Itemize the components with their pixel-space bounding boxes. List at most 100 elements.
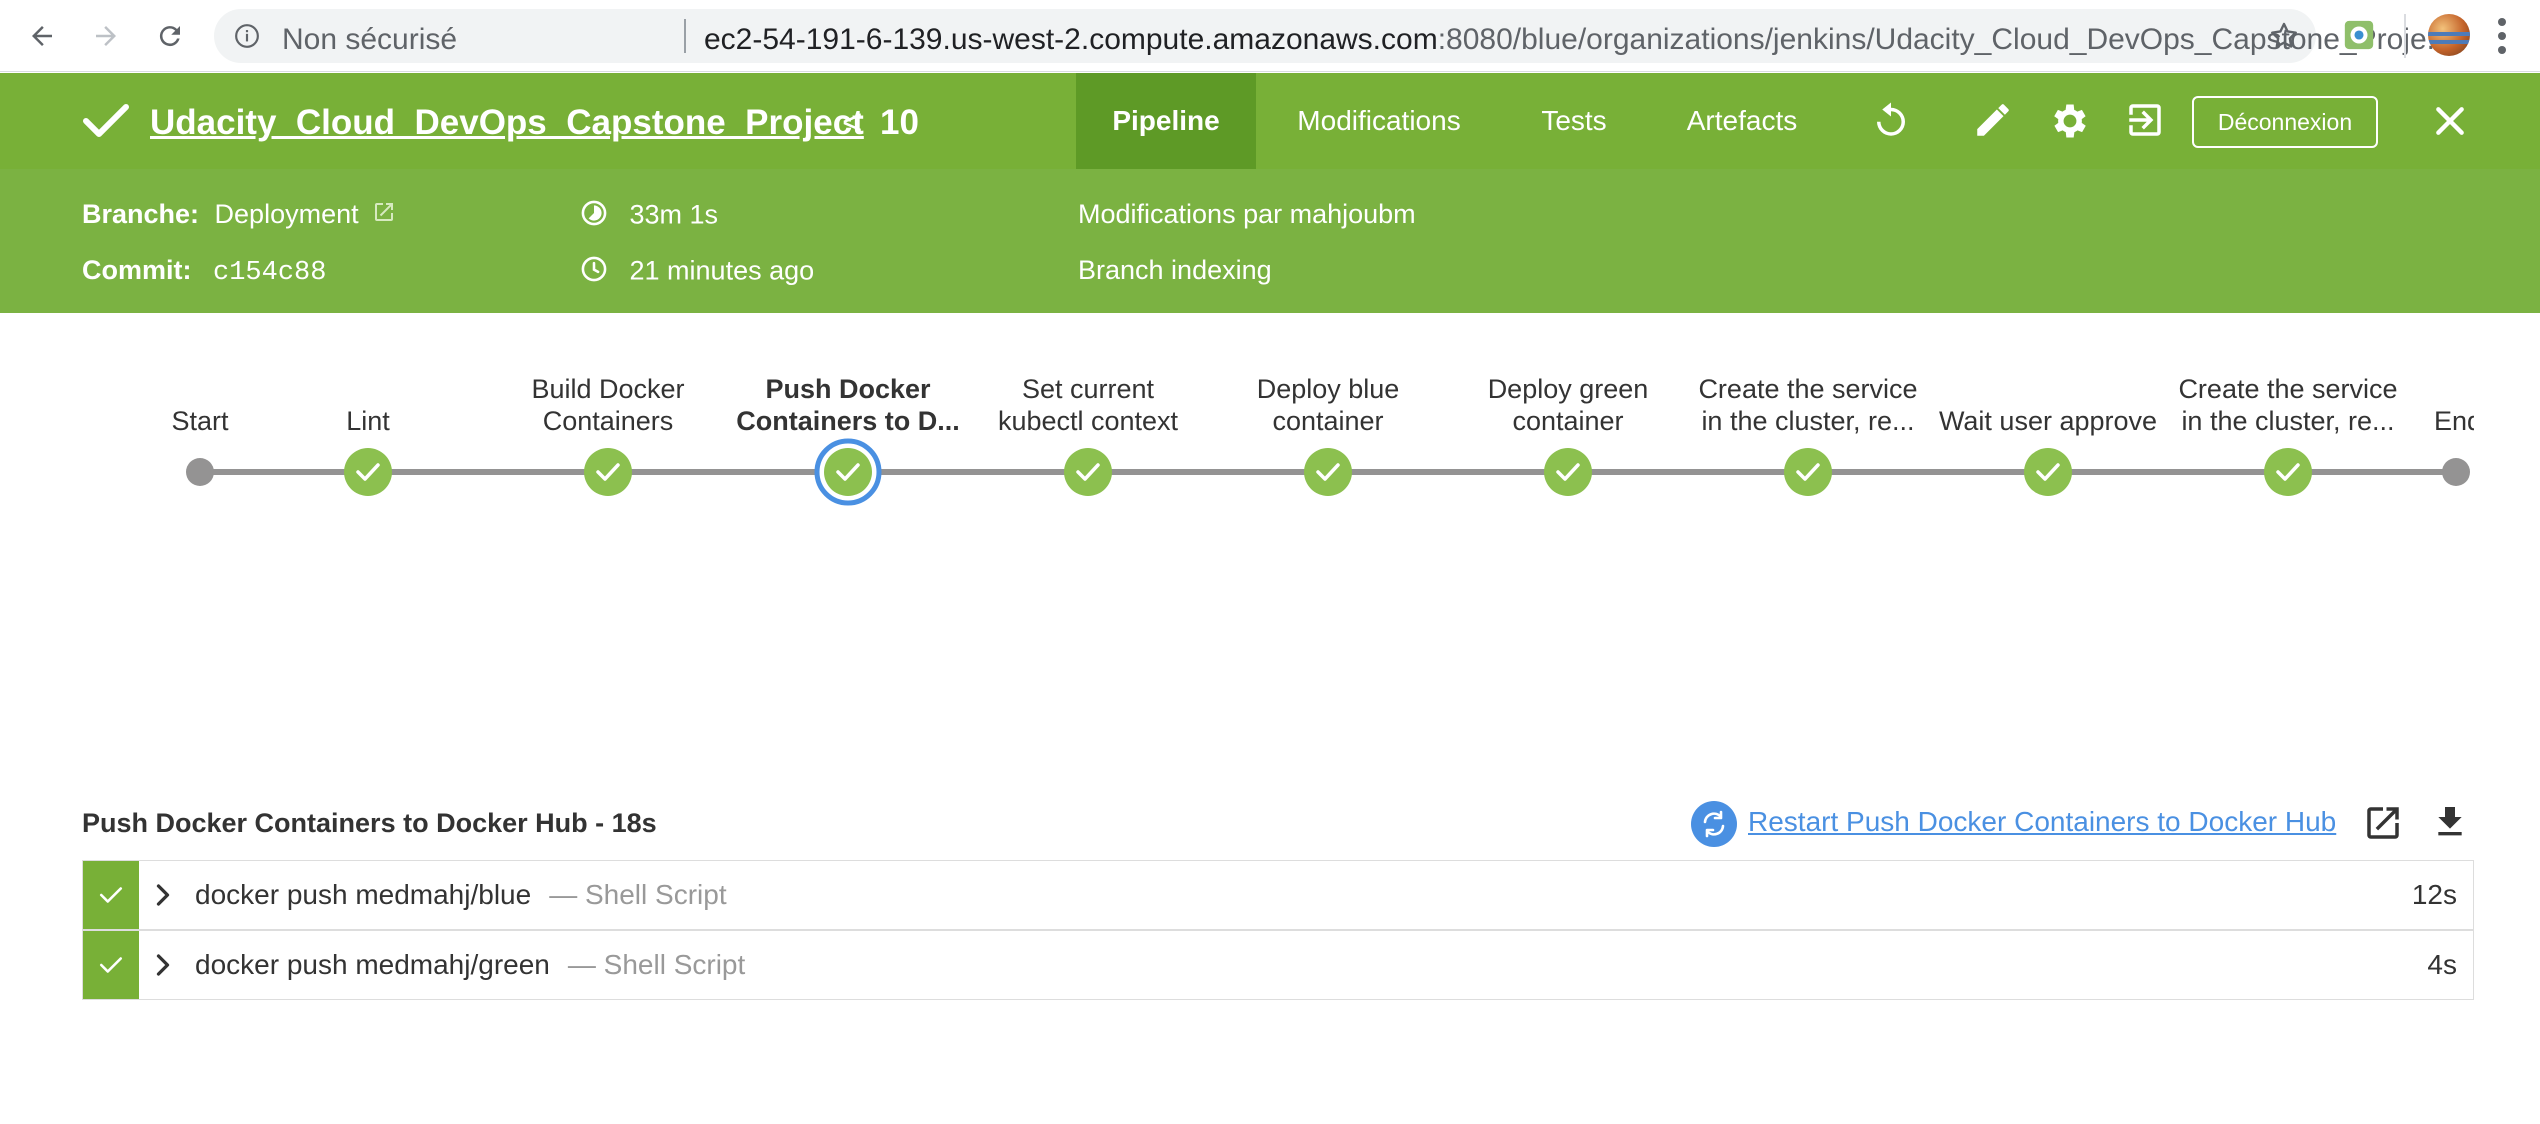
stage-label[interactable]: Create the service in the cluster, re... — [1688, 373, 1928, 437]
more-menu-icon[interactable] — [2496, 16, 2508, 61]
replay-icon[interactable] — [1870, 99, 1912, 146]
open-new-window-icon[interactable] — [2362, 802, 2404, 849]
stage-label-line1: Build Docker — [531, 374, 685, 404]
pipeline-title-link[interactable]: Udacity_Cloud_DevOps_Capstone_Project — [150, 103, 864, 143]
stage-node[interactable] — [814, 438, 882, 506]
previous-build-button[interactable]: < — [842, 103, 862, 143]
toolbar-divider — [2404, 14, 2406, 58]
stage-label-line1: Push Docker — [765, 374, 931, 404]
stage-node[interactable] — [1544, 448, 1592, 496]
stage-label-line2: container — [1512, 406, 1624, 436]
stage-label-line2: Containers to D... — [736, 406, 960, 436]
stage-node[interactable] — [584, 448, 632, 496]
time-ago-value: 21 minutes ago — [629, 255, 815, 286]
stage-label-line1: Deploy blue — [1256, 374, 1400, 404]
security-label: Non sécurisé — [282, 23, 458, 56]
stage-label-line2: kubectl context — [997, 406, 1179, 436]
logout-button[interactable]: Déconnexion — [2192, 96, 2378, 148]
tab-pipeline[interactable]: Pipeline — [1076, 73, 1256, 169]
step-command: docker push medmahj/blue — Shell Script — [195, 879, 727, 911]
stage-label[interactable]: Set current kubectl context — [968, 373, 1208, 437]
browser-toolbar: Non sécurisé ec2-54-191-6-139.us-west-2.… — [0, 0, 2540, 72]
tab-tests[interactable]: Tests — [1510, 73, 1638, 169]
stage-label[interactable]: Push Docker Containers to D... — [728, 373, 968, 437]
stage-label-line2: container — [1272, 406, 1384, 436]
stage-node[interactable] — [1064, 448, 1112, 496]
stage-label-line1 — [2434, 373, 2474, 405]
gear-icon[interactable] — [2048, 99, 2092, 148]
star-icon[interactable] — [2268, 20, 2300, 57]
back-arrow-icon[interactable] — [20, 14, 64, 58]
stage-node[interactable] — [1304, 448, 1352, 496]
stage-label-line2: Lint — [346, 406, 390, 436]
duration-row: 33m 1s — [580, 199, 718, 234]
stage-label-line1: Create the service — [1698, 374, 1918, 404]
pipeline-graph: Start Lint Build Docker Containers Push Dock… — [0, 313, 2540, 763]
step-kind: — Shell Script — [549, 879, 727, 910]
stage-label-line2: End — [2434, 406, 2474, 436]
stage-label-line2: Start — [171, 406, 229, 436]
stage-label[interactable]: Deploy green container — [1448, 373, 1688, 437]
stage-label-line1 — [1928, 373, 2168, 405]
commit-value: c154c88 — [213, 258, 327, 288]
stage-label-line2: Wait user approve — [1938, 406, 2158, 436]
forward-arrow-icon[interactable] — [84, 14, 128, 58]
chevron-right-icon[interactable] — [155, 883, 171, 912]
stage-node[interactable] — [1784, 448, 1832, 496]
stage-label-line2: in the cluster, re... — [1701, 406, 1915, 436]
duration-value: 33m 1s — [629, 199, 719, 230]
restart-stage-link[interactable]: Restart Push Docker Containers to Docker… — [1748, 806, 2336, 838]
duration-icon — [580, 199, 608, 234]
run-summary: Branche: Deployment Commit: c154c88 33m … — [0, 169, 2540, 313]
time-row: 21 minutes ago — [580, 255, 814, 290]
restart-icon[interactable] — [1690, 800, 1738, 853]
stage-node — [186, 458, 214, 486]
stage-node[interactable] — [344, 448, 392, 496]
stage-label-line1: Create the service — [2178, 374, 2398, 404]
checkmark-icon — [82, 100, 130, 147]
step-kind: — Shell Script — [567, 949, 746, 980]
url-text[interactable]: ec2-54-191-6-139.us-west-2.compute.amazo… — [704, 23, 2452, 57]
chevron-right-icon[interactable] — [155, 953, 171, 982]
stage-label[interactable]: End — [2434, 373, 2474, 437]
stage-label-line1: Set current — [1021, 374, 1155, 404]
commit-label: Commit: — [82, 255, 192, 285]
info-icon[interactable] — [234, 23, 260, 54]
stage-node[interactable] — [2264, 448, 2312, 496]
tab-modifications[interactable]: Modifications — [1276, 73, 1482, 169]
address-bar[interactable]: Non sécurisé ec2-54-191-6-139.us-west-2.… — [214, 9, 2452, 63]
cause-text: Branch indexing — [1078, 255, 1272, 285]
stage-node[interactable] — [2024, 448, 2072, 496]
step-duration: 12s — [2411, 879, 2457, 910]
external-link-icon[interactable] — [372, 200, 396, 231]
stage-label[interactable]: Build Docker Containers — [488, 373, 728, 437]
build-number: 10 — [880, 103, 919, 142]
branch-value[interactable]: Deployment — [215, 199, 359, 229]
stage-node — [2442, 458, 2470, 486]
stage-label[interactable]: Lint — [248, 373, 488, 437]
branch-row: Branche: Deployment — [82, 199, 396, 231]
log-step[interactable]: docker push medmahj/green — Shell Script … — [82, 930, 2474, 1000]
stage-label-line2: in the cluster, re... — [2181, 406, 2395, 436]
stage-label[interactable]: Start — [140, 373, 260, 437]
extension-icon[interactable] — [2342, 18, 2376, 57]
close-icon[interactable] — [2430, 101, 2470, 146]
step-command-text: docker push medmahj/green — [195, 949, 550, 980]
commit-row: Commit: c154c88 — [82, 255, 326, 288]
download-icon[interactable] — [2430, 802, 2470, 847]
stage-label-line2: Containers — [542, 406, 674, 436]
stage-label[interactable]: Deploy blue container — [1208, 373, 1448, 437]
stage-label-line1 — [248, 373, 488, 405]
exit-icon[interactable] — [2124, 99, 2166, 146]
separator — [684, 19, 686, 53]
profile-avatar[interactable] — [2428, 14, 2470, 56]
reload-icon[interactable] — [148, 14, 192, 58]
edit-icon[interactable] — [1972, 99, 2014, 146]
url-host: ec2-54-191-6-139.us-west-2.compute.amazo… — [704, 23, 1438, 56]
stage-label[interactable]: Create the service in the cluster, re... — [2168, 373, 2408, 437]
tab-artefacts[interactable]: Artefacts — [1668, 73, 1816, 169]
stage-label[interactable]: Wait user approve — [1928, 373, 2168, 437]
changes-text: Modifications par mahjoubm — [1078, 199, 1416, 229]
stage-label-line1 — [140, 373, 260, 405]
log-step[interactable]: docker push medmahj/blue — Shell Script 1… — [82, 860, 2474, 930]
